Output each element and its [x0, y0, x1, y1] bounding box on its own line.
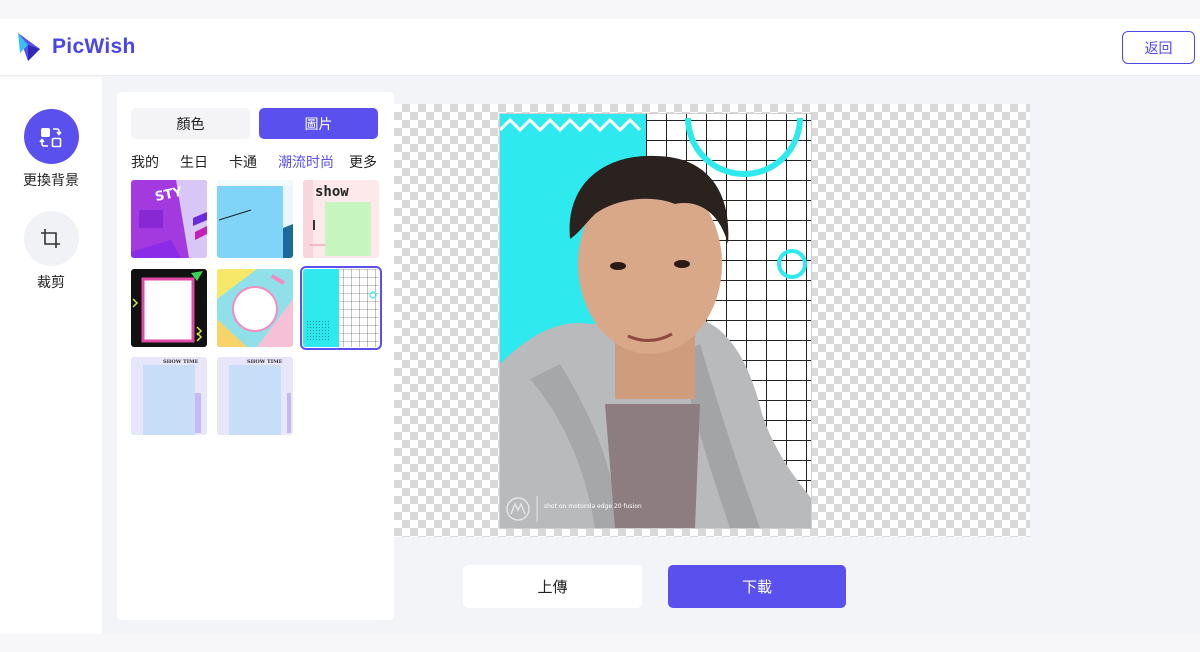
thumbnail-green-show[interactable]: show: [303, 180, 379, 258]
category-cartoon[interactable]: 卡通: [229, 152, 257, 172]
thumbnail-art: SHOW TIME: [131, 357, 207, 435]
crop-icon: [41, 228, 60, 248]
sidebar-item-label: 裁剪: [37, 275, 65, 291]
sidebar-item-label: 更換背景: [23, 173, 79, 189]
thumbnail-pastel-circle[interactable]: [217, 269, 293, 347]
download-button[interactable]: 下載: [668, 565, 846, 608]
category-fashion[interactable]: 潮流时尚: [278, 152, 334, 172]
preview-art: [500, 117, 811, 528]
sidebar: 更換背景 裁剪: [0, 77, 102, 634]
thumbnail-art: STY: [131, 180, 207, 258]
thumbnail-cyan-grid[interactable]: [300, 266, 382, 350]
category-birthday[interactable]: 生日: [180, 152, 208, 172]
preview-image[interactable]: shot on motorola edge 20 fusion: [500, 114, 811, 528]
watermark-text: shot on motorola edge 20 fusion: [544, 503, 642, 510]
thumbnail-art: SHOW TIME: [217, 357, 293, 435]
thumbnail-blue-line[interactable]: [217, 180, 293, 258]
tab-image[interactable]: 圖片: [259, 108, 378, 139]
thumbnail-art: [217, 269, 293, 347]
sidebar-item-crop[interactable]: 裁剪: [0, 211, 102, 292]
crop-button[interactable]: [23, 211, 79, 266]
tab-color[interactable]: 顏色: [131, 108, 250, 139]
sidebar-item-change-background[interactable]: 更換背景: [0, 109, 102, 190]
thumbnail-art: [303, 269, 379, 347]
background-panel: 顏色 圖片 我的 生日 卡通 潮流时尚 更多 STY show SHOW TIM…: [117, 92, 394, 620]
category-tabs: 我的 生日 卡通 潮流时尚 更多: [131, 152, 386, 172]
thumbnail-showtime-2[interactable]: SHOW TIME: [217, 357, 293, 435]
logo[interactable]: PicWish: [16, 31, 136, 63]
thumbnail-art: [217, 180, 293, 258]
preview-canvas[interactable]: shot on motorola edge 20 fusion: [394, 104, 1030, 537]
app-name: PicWish: [52, 35, 136, 58]
upload-button[interactable]: 上傳: [463, 565, 642, 608]
thumbnail-art: [131, 269, 207, 347]
app-header: PicWish 返回: [0, 19, 1200, 76]
category-more[interactable]: 更多: [349, 152, 377, 172]
top-strip: [0, 0, 1200, 19]
thumbnail-art: show: [303, 180, 379, 258]
back-button[interactable]: 返回: [1122, 31, 1195, 64]
thumbnail-purple-style[interactable]: STY: [131, 180, 207, 258]
category-mine[interactable]: 我的: [131, 152, 159, 172]
swap-background-button[interactable]: [23, 109, 79, 164]
thumbnail-black-frame[interactable]: [131, 269, 207, 347]
thumbnail-text: SHOW TIME: [163, 359, 199, 365]
picwish-logo-icon: [18, 33, 40, 61]
thumbnail-showtime-1[interactable]: SHOW TIME: [131, 357, 207, 435]
thumbnail-text: show: [315, 184, 349, 200]
swap-background-icon: [39, 127, 62, 147]
bottom-strip: [0, 634, 1200, 652]
thumbnail-text: SHOW TIME: [247, 359, 283, 365]
